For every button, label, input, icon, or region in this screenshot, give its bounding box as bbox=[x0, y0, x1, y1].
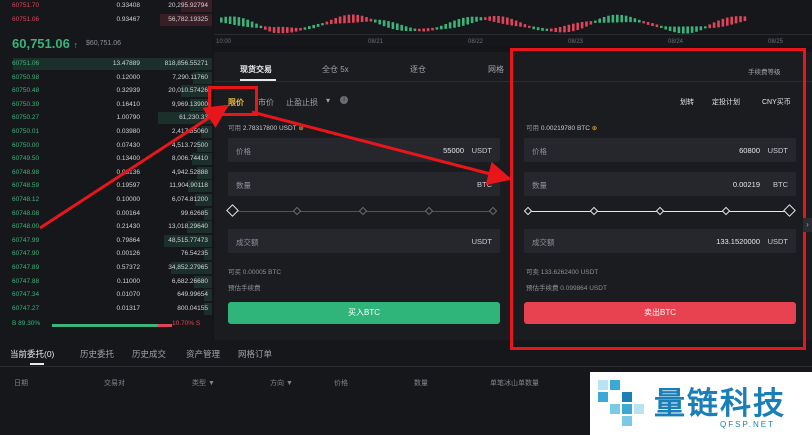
watermark-brand: 量链科技 bbox=[654, 386, 786, 422]
annotation-arrows bbox=[39, 104, 512, 230]
arrow-to-sell bbox=[251, 110, 512, 186]
brand-logo-icon bbox=[598, 380, 644, 426]
watermark: 量链科技 QFSP.NET bbox=[590, 372, 812, 435]
arrow-to-limit bbox=[39, 104, 230, 230]
watermark-domain: QFSP.NET bbox=[720, 420, 775, 429]
collapse-icon[interactable]: › bbox=[803, 218, 812, 232]
